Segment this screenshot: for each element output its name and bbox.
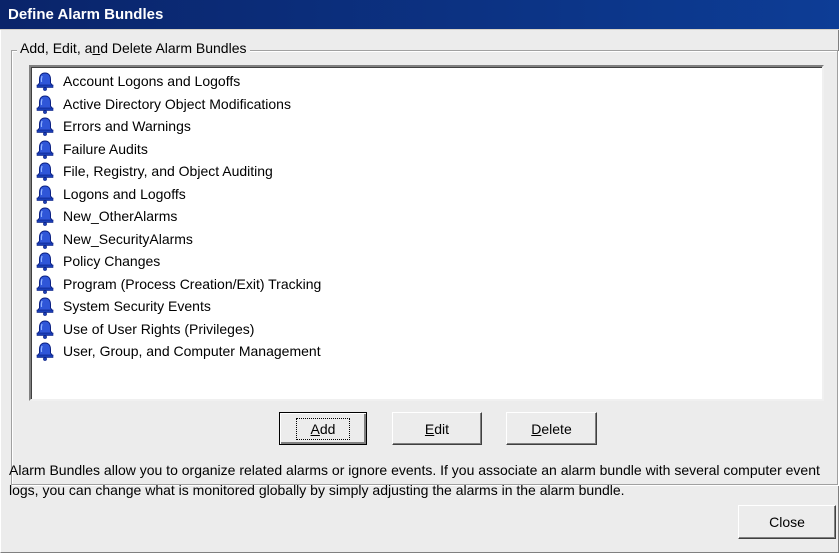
dialog-body: Add, Edit, and Delete Alarm Bundles Acco…: [0, 30, 839, 553]
list-item[interactable]: Program (Process Creation/Exit) Tracking: [31, 273, 822, 296]
list-item[interactable]: User, Group, and Computer Management: [31, 340, 822, 363]
list-item-label: Failure Audits: [63, 140, 148, 157]
list-item-label: New_OtherAlarms: [63, 208, 178, 225]
list-item[interactable]: Use of User Rights (Privileges): [31, 318, 822, 341]
delete-button-label: Delete: [531, 420, 572, 437]
list-item-label: Policy Changes: [63, 253, 161, 270]
add-button-label: Add: [295, 417, 351, 440]
list-item[interactable]: File, Registry, and Object Auditing: [31, 160, 822, 183]
add-button[interactable]: Add: [279, 412, 367, 445]
alarm-bundle-items: Account Logons and Logoffs Active Directo…: [31, 67, 822, 363]
close-button[interactable]: Close: [738, 505, 836, 539]
bell-icon: [35, 184, 55, 204]
window-title-bar[interactable]: Define Alarm Bundles: [0, 0, 839, 30]
list-item-label: Use of User Rights (Privileges): [63, 320, 255, 337]
list-item-label: Logons and Logoffs: [63, 185, 186, 202]
bell-icon: [35, 319, 55, 339]
bell-icon: [35, 94, 55, 114]
bell-icon: [35, 71, 55, 92]
bell-icon: [35, 206, 55, 227]
list-item-label: User, Group, and Computer Management: [63, 343, 321, 360]
bell-icon: [35, 274, 55, 294]
list-item[interactable]: New_SecurityAlarms: [31, 228, 822, 251]
close-button-label: Close: [769, 514, 805, 530]
groupbox-label: Add, Edit, and Delete Alarm Bundles: [17, 40, 250, 56]
bell-icon: [35, 139, 55, 159]
edit-button[interactable]: Edit: [392, 412, 482, 445]
list-item[interactable]: Errors and Warnings: [31, 115, 822, 138]
bell-icon: [35, 161, 55, 182]
alarm-bundle-list[interactable]: Account Logons and Logoffs Active Directo…: [29, 65, 824, 401]
delete-button[interactable]: Delete: [506, 412, 597, 445]
list-item-label: New_SecurityAlarms: [63, 230, 193, 247]
list-item[interactable]: Logons and Logoffs: [31, 183, 822, 206]
bell-icon: [35, 116, 55, 137]
list-item[interactable]: Failure Audits: [31, 138, 822, 161]
list-item-label: File, Registry, and Object Auditing: [63, 163, 273, 180]
bell-icon: [35, 341, 55, 362]
list-item[interactable]: System Security Events: [31, 295, 822, 318]
list-item[interactable]: New_OtherAlarms: [31, 205, 822, 228]
list-item-label: Errors and Warnings: [63, 118, 191, 135]
bell-icon: [35, 296, 55, 317]
list-item-label: Active Directory Object Modifications: [63, 95, 291, 112]
window-title: Define Alarm Bundles: [8, 6, 164, 23]
bell-icon: [35, 229, 55, 249]
bell-icon: [35, 251, 55, 272]
list-item[interactable]: Account Logons and Logoffs: [31, 70, 822, 93]
list-item[interactable]: Policy Changes: [31, 250, 822, 273]
list-item-label: System Security Events: [63, 298, 211, 315]
list-item-label: Account Logons and Logoffs: [63, 73, 241, 90]
list-item-label: Program (Process Creation/Exit) Tracking: [63, 275, 322, 292]
description-text: Alarm Bundles allow you to organize rela…: [9, 462, 820, 498]
edit-button-label: Edit: [424, 420, 450, 437]
list-item[interactable]: Active Directory Object Modifications: [31, 93, 822, 116]
